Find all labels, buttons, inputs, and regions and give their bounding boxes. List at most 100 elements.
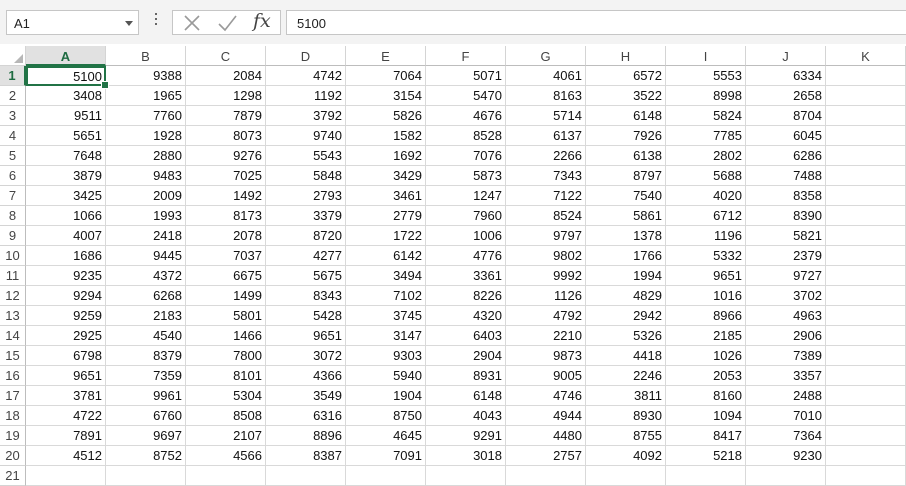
cell[interactable]: 7364 [746,426,826,446]
cell[interactable]: 3018 [426,446,506,466]
fill-handle[interactable] [101,81,109,89]
cell[interactable]: 7891 [26,426,106,446]
column-header-a[interactable]: A [26,46,106,66]
checkmark-icon[interactable] [215,13,239,33]
row-header[interactable]: 9 [0,226,26,246]
row-header[interactable]: 2 [0,86,26,106]
row-header[interactable]: 12 [0,286,26,306]
row-header[interactable]: 3 [0,106,26,126]
cell[interactable]: 4061 [506,66,586,86]
cell[interactable]: 3494 [346,266,426,286]
cell[interactable]: 6675 [186,266,266,286]
row-header[interactable]: 16 [0,366,26,386]
cell[interactable]: 8930 [586,406,666,426]
cell[interactable]: 2084 [186,66,266,86]
cell[interactable] [826,86,906,106]
cell[interactable]: 7488 [746,166,826,186]
cell[interactable]: 8379 [106,346,186,366]
cell[interactable]: 4043 [426,406,506,426]
cell[interactable]: 6712 [666,206,746,226]
name-box[interactable]: A1 [6,10,139,35]
cell[interactable]: 1006 [426,226,506,246]
cell[interactable]: 5714 [506,106,586,126]
cell[interactable]: 8173 [186,206,266,226]
cell[interactable]: 2942 [586,306,666,326]
column-header-d[interactable]: D [266,46,346,66]
cell[interactable]: 3408 [26,86,106,106]
cell[interactable]: 5332 [666,246,746,266]
cell[interactable]: 8417 [666,426,746,446]
cell[interactable]: 7359 [106,366,186,386]
cell[interactable]: 5553 [666,66,746,86]
cell[interactable]: 4372 [106,266,186,286]
cell[interactable]: 9651 [266,326,346,346]
cell[interactable]: 6045 [746,126,826,146]
cell[interactable]: 4480 [506,426,586,446]
cell[interactable] [826,266,906,286]
cell[interactable]: 4792 [506,306,586,326]
cell[interactable]: 2266 [506,146,586,166]
cell[interactable] [826,226,906,246]
cell[interactable]: 3792 [266,106,346,126]
cell[interactable]: 8755 [586,426,666,446]
cell[interactable]: 4963 [746,306,826,326]
cell[interactable]: 9873 [506,346,586,366]
row-header[interactable]: 17 [0,386,26,406]
cell[interactable]: 2904 [426,346,506,366]
cell[interactable]: 1904 [346,386,426,406]
cell[interactable]: 3154 [346,86,426,106]
cell[interactable]: 9291 [426,426,506,446]
cell[interactable] [666,466,746,486]
cell[interactable]: 2107 [186,426,266,446]
cell[interactable]: 3379 [266,206,346,226]
cell[interactable]: 7010 [746,406,826,426]
cell[interactable]: 2009 [106,186,186,206]
cell[interactable]: 8931 [426,366,506,386]
cell[interactable]: 4829 [586,286,666,306]
cell[interactable]: 8101 [186,366,266,386]
cell[interactable] [426,466,506,486]
cell[interactable]: 1094 [666,406,746,426]
cell[interactable]: 9651 [26,366,106,386]
cell[interactable]: 8390 [746,206,826,226]
cell[interactable]: 7064 [346,66,426,86]
cell[interactable]: 5326 [586,326,666,346]
cell[interactable]: 8704 [746,106,826,126]
cell[interactable]: 2925 [26,326,106,346]
cell[interactable] [826,386,906,406]
cell[interactable]: 6760 [106,406,186,426]
cell[interactable]: 7343 [506,166,586,186]
cell[interactable] [826,466,906,486]
cell[interactable]: 1766 [586,246,666,266]
row-header[interactable]: 8 [0,206,26,226]
cell[interactable] [106,466,186,486]
cell[interactable]: 1722 [346,226,426,246]
cell[interactable]: 2053 [666,366,746,386]
cell[interactable]: 6142 [346,246,426,266]
cell[interactable]: 8160 [666,386,746,406]
row-header[interactable]: 18 [0,406,26,426]
cell[interactable]: 4776 [426,246,506,266]
cell[interactable]: 2379 [746,246,826,266]
cell[interactable] [826,186,906,206]
column-header-f[interactable]: F [426,46,506,66]
column-header-k[interactable]: K [826,46,906,66]
cell[interactable]: 7389 [746,346,826,366]
cell[interactable]: 2880 [106,146,186,166]
cell[interactable]: 2185 [666,326,746,346]
cell[interactable] [826,426,906,446]
row-header[interactable]: 14 [0,326,26,346]
cell[interactable]: 7102 [346,286,426,306]
select-all-button[interactable] [0,46,26,66]
cell[interactable] [826,126,906,146]
cell[interactable]: 9727 [746,266,826,286]
cell[interactable]: 1993 [106,206,186,226]
cell[interactable]: 9005 [506,366,586,386]
cell[interactable]: 7760 [106,106,186,126]
cell[interactable]: 6403 [426,326,506,346]
insert-function-button[interactable]: fx [253,10,271,32]
cell[interactable]: 1298 [186,86,266,106]
cell[interactable]: 4366 [266,366,346,386]
cell[interactable]: 6148 [426,386,506,406]
cell[interactable]: 6138 [586,146,666,166]
